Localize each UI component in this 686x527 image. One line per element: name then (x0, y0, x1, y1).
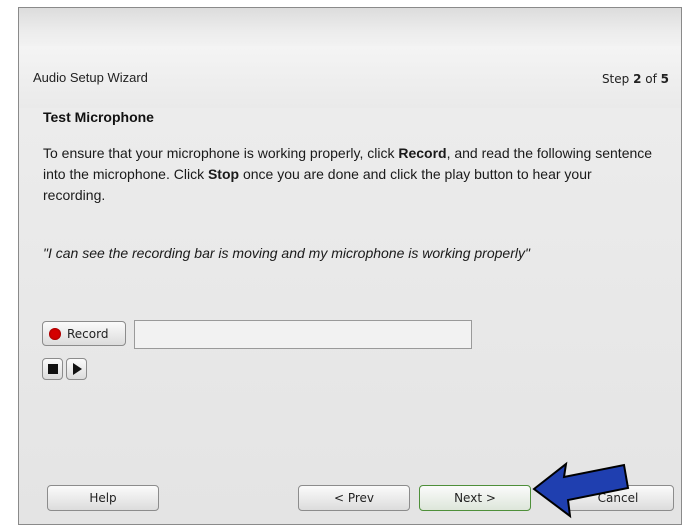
window-titlebar (19, 8, 681, 47)
wizard-header: Audio Setup Wizard Step 2 of 5 (19, 46, 681, 108)
instructions-part-1: To ensure that your microphone is workin… (43, 145, 399, 161)
record-button[interactable]: Record (42, 321, 126, 346)
step-mid: of (641, 72, 661, 86)
wizard-title: Audio Setup Wizard (33, 70, 148, 85)
audio-setup-wizard-window: Audio Setup Wizard Step 2 of 5 Test Micr… (18, 7, 682, 525)
help-button[interactable]: Help (47, 485, 159, 511)
instructions-stop-keyword: Stop (207, 166, 240, 182)
test-sentence: "I can see the recording bar is moving a… (43, 245, 530, 261)
stop-icon (47, 364, 58, 374)
section-title: Test Microphone (43, 109, 154, 125)
step-indicator: Step 2 of 5 (602, 72, 669, 86)
record-icon (49, 327, 61, 340)
instructions-text: To ensure that your microphone is workin… (43, 143, 653, 206)
recording-level-bar (134, 320, 472, 349)
record-label: Record (67, 326, 109, 341)
play-button[interactable] (66, 358, 87, 380)
step-total: 5 (660, 72, 669, 86)
instructions-record-keyword: Record (398, 145, 447, 161)
prev-button[interactable]: < Prev (298, 485, 410, 511)
step-prefix: Step (601, 72, 634, 86)
pointer-arrow-icon (532, 461, 630, 519)
play-icon (73, 363, 82, 375)
next-button[interactable]: Next > (419, 485, 531, 511)
stop-button[interactable] (42, 358, 63, 380)
